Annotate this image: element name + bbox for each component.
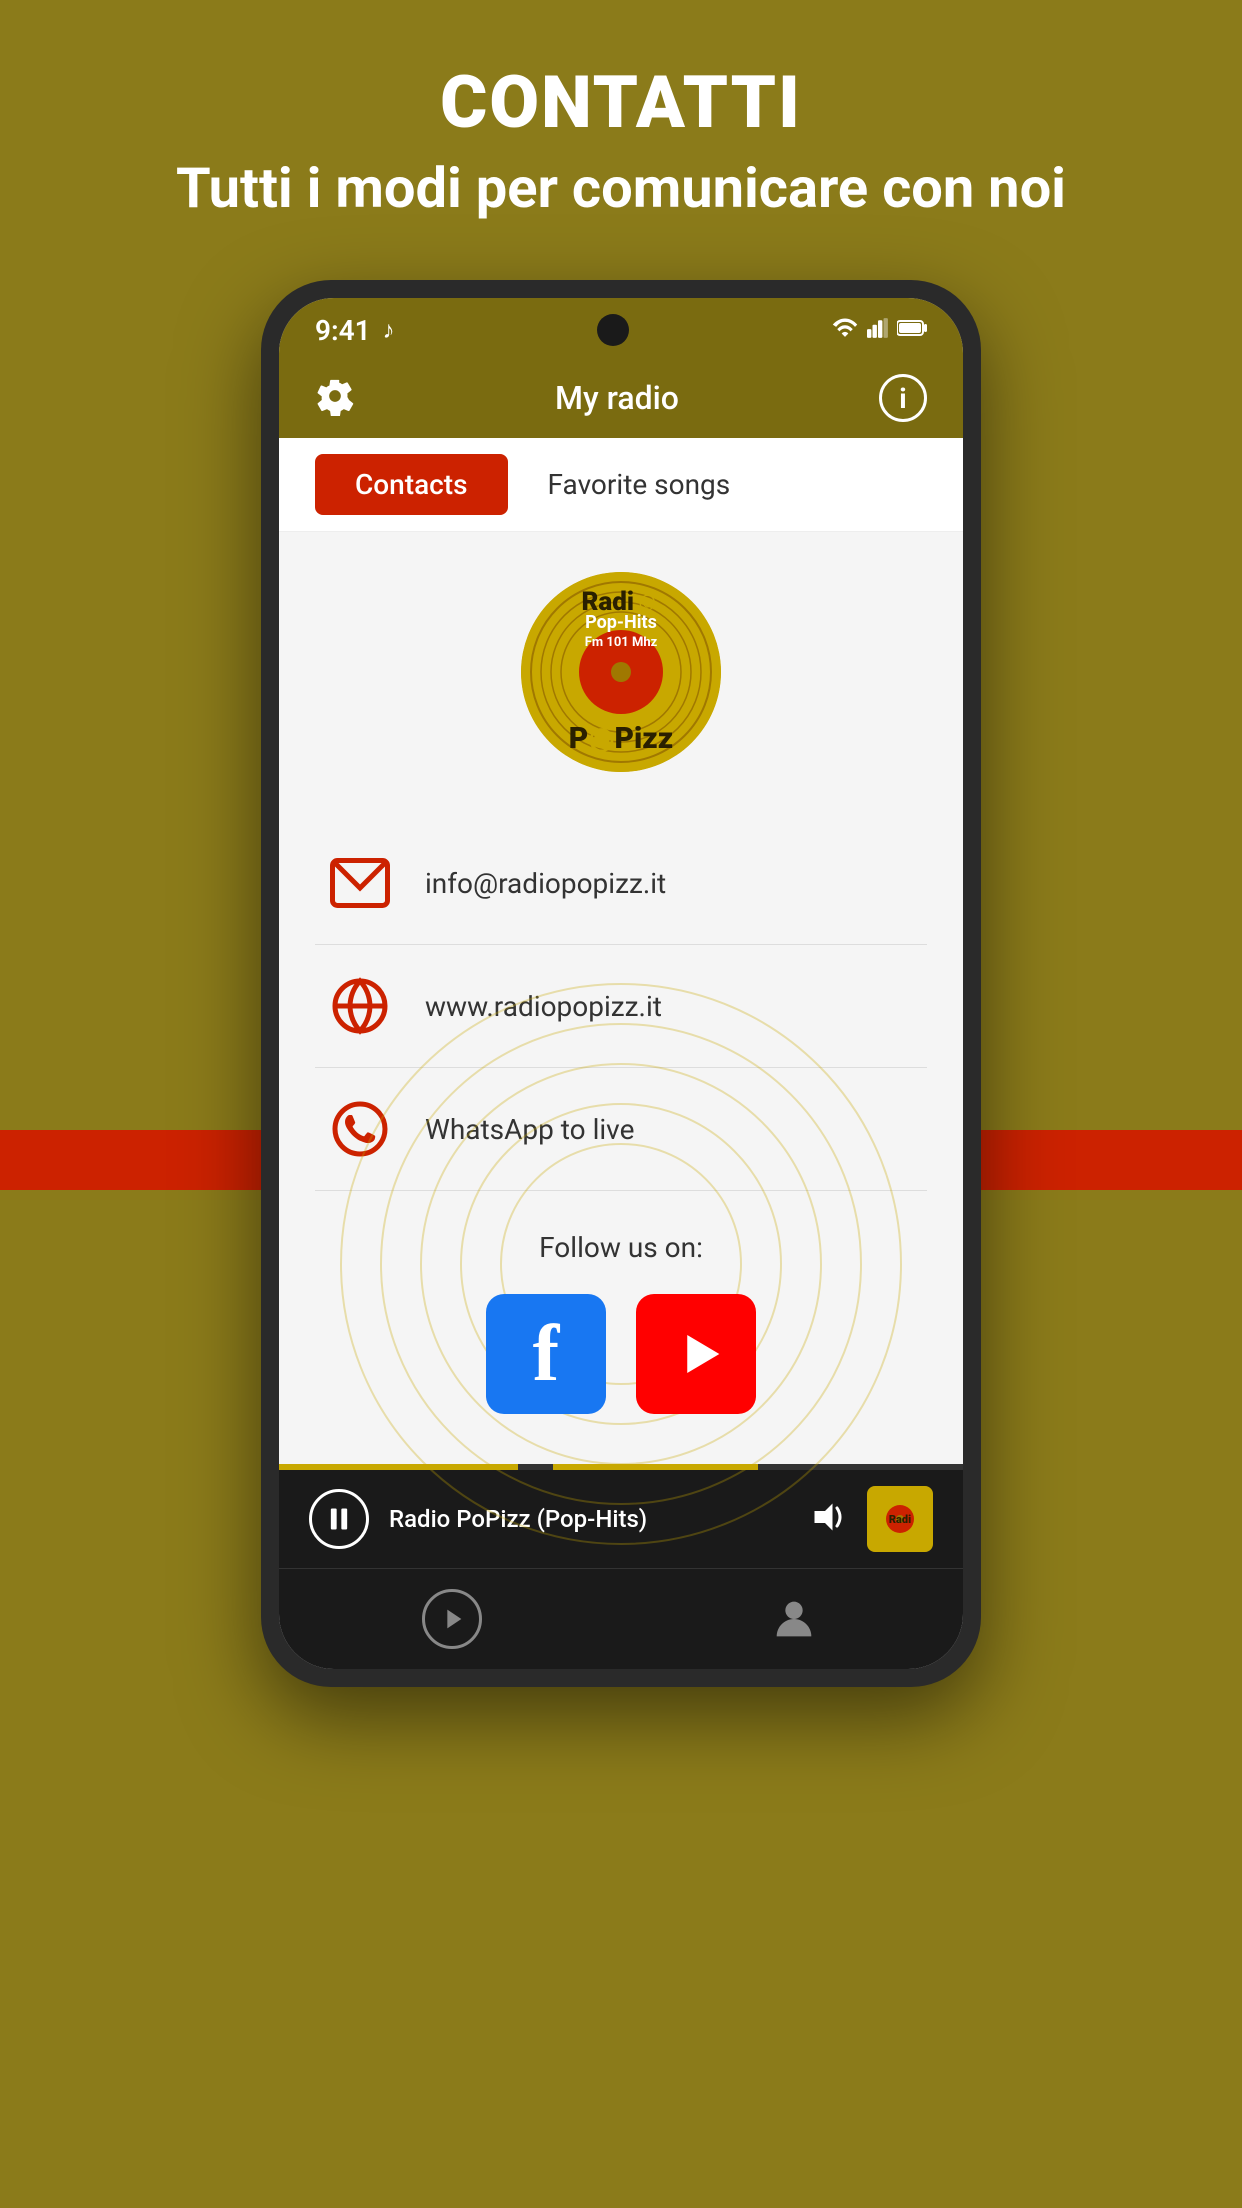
email-icon — [325, 848, 395, 918]
email-text: info@radiopopizz.it — [425, 867, 666, 900]
nav-play-circle — [422, 1589, 482, 1649]
status-right-icons — [831, 318, 927, 342]
tabs-bar: Contacts Favorite songs — [279, 438, 963, 532]
contact-list: info@radiopopizz.it www.radiopopizz.it — [315, 822, 927, 1191]
settings-button[interactable] — [315, 376, 355, 420]
follow-label: Follow us on: — [539, 1231, 703, 1264]
volume-icon — [809, 1502, 847, 1532]
nav-profile-icon — [768, 1593, 820, 1645]
camera-notch — [597, 314, 629, 346]
follow-section: Follow us on: f — [315, 1211, 927, 1434]
globe-icon — [325, 971, 395, 1041]
phone-frame: 9:41 ♪ — [261, 280, 981, 1687]
music-note-icon: ♪ — [383, 316, 395, 345]
wifi-icon — [831, 318, 859, 342]
battery-icon — [897, 319, 927, 341]
youtube-button[interactable] — [636, 1294, 756, 1414]
player-thumb-text: Radi — [889, 1513, 911, 1526]
whatsapp-icon — [325, 1094, 395, 1164]
app-bar: My radio i — [279, 358, 963, 438]
contact-email[interactable]: info@radiopopizz.it — [315, 822, 927, 945]
status-bar: 9:41 ♪ — [279, 298, 963, 358]
nav-play[interactable] — [422, 1589, 482, 1649]
contact-whatsapp[interactable]: WhatsApp to live — [315, 1068, 927, 1191]
nav-profile[interactable] — [768, 1589, 820, 1649]
phone-mockup: 9:41 ♪ — [261, 280, 981, 1687]
pause-button[interactable] — [309, 1489, 369, 1549]
page-header: CONTATTI Tutti i modi per comunicare con… — [136, 0, 1106, 261]
player-thumbnail: Radi — [867, 1486, 933, 1552]
radio-subtext: Pop-HitsFm 101 Mhz — [585, 614, 658, 650]
facebook-icon: f — [533, 1309, 560, 1400]
pause-icon — [325, 1505, 353, 1533]
page-title: CONTATTI — [176, 60, 1066, 145]
phone-screen: 9:41 ♪ — [279, 298, 963, 1669]
facebook-button[interactable]: f — [486, 1294, 606, 1414]
signal-icon — [867, 318, 889, 342]
volume-button[interactable] — [809, 1502, 847, 1536]
content-area: Radi☺ Pop-HitsFm 101 Mhz P◉Pizz — [279, 532, 963, 1464]
contact-website[interactable]: www.radiopopizz.it — [315, 945, 927, 1068]
social-buttons: f — [486, 1294, 756, 1414]
page-subtitle: Tutti i modi per comunicare con noi — [176, 155, 1066, 221]
tab-contacts[interactable]: Contacts — [315, 454, 508, 515]
radio-logo: Radi☺ Pop-HitsFm 101 Mhz P◉Pizz — [521, 572, 721, 772]
bottom-player: Radio PoPizz (Pop-Hits) Radi — [279, 1470, 963, 1568]
radio-text-bottom: P◉Pizz — [569, 721, 673, 756]
youtube-icon — [661, 1329, 731, 1379]
whatsapp-text: WhatsApp to live — [425, 1113, 634, 1146]
tab-favorite-songs[interactable]: Favorite songs — [548, 468, 731, 501]
progress-fill-1 — [279, 1464, 518, 1470]
track-name: Radio PoPizz (Pop-Hits) — [389, 1505, 789, 1533]
bottom-nav — [279, 1568, 963, 1669]
info-button[interactable]: i — [879, 374, 927, 422]
app-bar-title: My radio — [555, 379, 679, 417]
progress-fill-2 — [553, 1464, 758, 1470]
status-time: 9:41 — [315, 314, 371, 347]
nav-play-icon — [438, 1605, 466, 1633]
website-text: www.radiopopizz.it — [425, 990, 662, 1023]
